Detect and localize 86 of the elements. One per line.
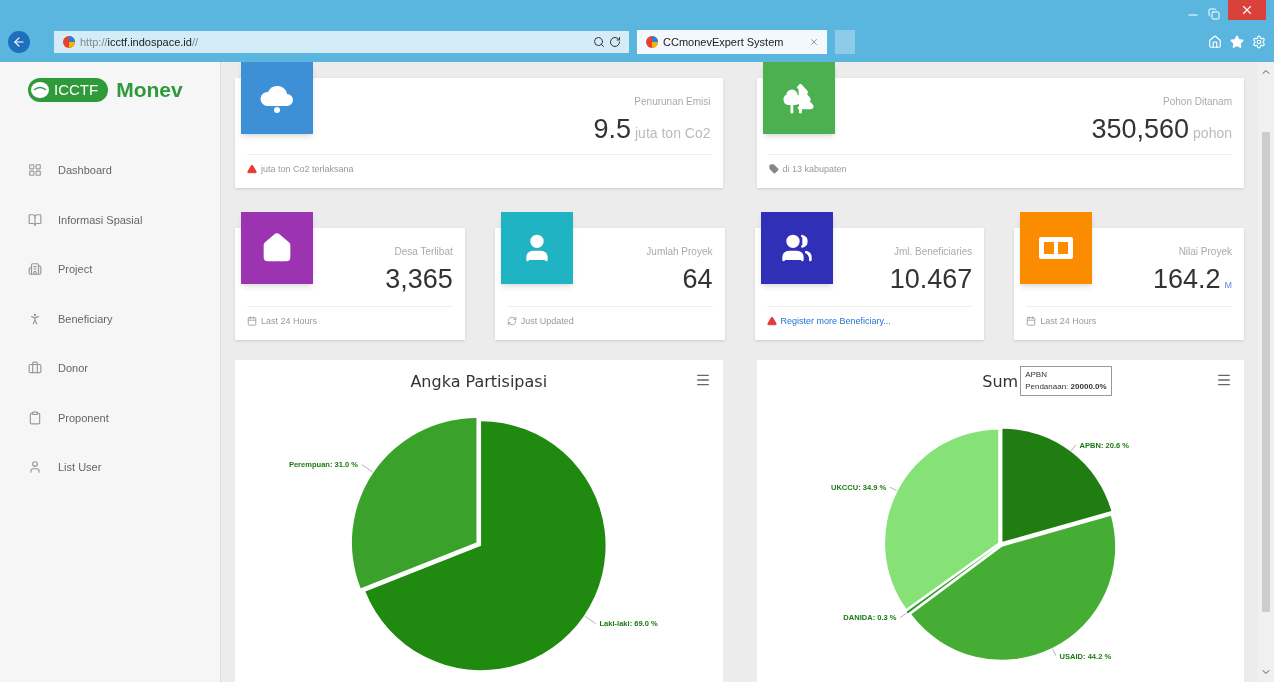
tag-icon xyxy=(768,164,779,175)
tab-title: CCmonevExpert System xyxy=(663,34,785,50)
stat-value: 10.467 xyxy=(889,263,973,296)
address-bar[interactable]: http://icctf.indospace.id// xyxy=(54,31,629,53)
card-footer-text: Last 24 Hours xyxy=(261,314,318,328)
stat-label: Pohon Ditanam xyxy=(1163,95,1232,109)
slice-label: APBN: 20.6 % xyxy=(1079,440,1129,450)
user-icon xyxy=(28,460,42,475)
back-icon xyxy=(12,35,26,49)
sidebar-item[interactable]: Dashboard xyxy=(28,145,220,195)
stat-label: Nilai Proyek xyxy=(1178,245,1232,259)
clipboard-icon xyxy=(28,410,42,425)
stat-value: 350,560 xyxy=(1091,113,1190,146)
chart-title: Sum xyxy=(982,372,1019,391)
slice-label: Laki-laki: 69.0 % xyxy=(599,619,658,629)
menu-icon[interactable] xyxy=(694,372,711,388)
refresh-icon[interactable] xyxy=(609,36,621,48)
menu-icon[interactable] xyxy=(1216,372,1232,388)
stat-value: 64 xyxy=(682,263,713,296)
sidebar-item[interactable]: Proponent xyxy=(28,393,220,443)
scrollbar[interactable] xyxy=(1258,62,1274,682)
register-link[interactable]: Register more Beneficiary... xyxy=(780,314,891,328)
stat-label: Penurunan Emisi xyxy=(634,95,711,109)
pie-slice[interactable] xyxy=(910,515,1115,660)
star-icon[interactable] xyxy=(1230,35,1244,49)
leader-line xyxy=(1070,444,1076,452)
person-icon xyxy=(28,311,42,326)
card-footer-text: juta ton Co2 terlaksana xyxy=(261,162,354,176)
leader-line xyxy=(361,464,374,473)
tree-icon xyxy=(781,81,816,115)
card-footer-text: Just Updated xyxy=(520,314,574,328)
close-icon xyxy=(1240,3,1254,17)
tooltip-title: APBN xyxy=(1025,369,1048,381)
sidebar-item[interactable]: Project xyxy=(28,244,220,294)
stat-unit: pohon xyxy=(1193,124,1232,143)
slice-label: UKCCU: 34.9 % xyxy=(830,483,886,493)
card-footer-text: di 13 kabupaten xyxy=(782,162,847,176)
pie-slice[interactable] xyxy=(351,418,477,589)
close-icon[interactable] xyxy=(809,37,819,47)
leader-line xyxy=(584,615,597,624)
leader-line xyxy=(889,486,897,492)
calendar-icon xyxy=(1026,316,1037,327)
grid-icon xyxy=(28,163,42,178)
slice-label: Perempuan: 31.0 % xyxy=(288,460,358,470)
stat-unit: juta ton Co2 xyxy=(635,124,711,143)
stat-value: 3,365 xyxy=(385,263,453,296)
tooltip-text: Pendanaan: 20000.0% xyxy=(1025,381,1107,393)
slice-label: USAID: 44.2 % xyxy=(1059,651,1111,661)
slice-label: DANIDA: 0.3 % xyxy=(842,613,896,623)
scrollbar-thumb[interactable] xyxy=(1262,132,1270,612)
logo-title: Monev xyxy=(116,77,183,103)
settings-icon[interactable] xyxy=(1252,35,1266,49)
stat-value: 9.5 xyxy=(593,113,631,146)
sidebar-item[interactable]: Beneficiary xyxy=(28,294,220,344)
close-button[interactable] xyxy=(1228,0,1266,20)
restore-icon[interactable] xyxy=(1208,8,1220,20)
card-footer-text: Last 24 Hours xyxy=(1040,314,1097,328)
pie-slice[interactable] xyxy=(884,429,998,609)
stat-label: Jml. Beneficiaries xyxy=(893,245,973,259)
building-icon xyxy=(28,262,42,277)
stat-label: Desa Terlibat xyxy=(394,245,453,259)
stat-unit: M xyxy=(1224,279,1232,292)
book-icon xyxy=(28,212,42,227)
globe-icon xyxy=(645,35,659,49)
stat-value: 164.2 xyxy=(1152,263,1221,296)
warning-icon xyxy=(247,164,257,175)
calendar-icon xyxy=(247,316,257,327)
stat-label: Jumlah Proyek xyxy=(646,245,713,259)
sidebar-item[interactable]: List User xyxy=(28,442,220,492)
sidebar-item[interactable]: Informasi Spasial xyxy=(28,195,220,245)
back-button[interactable] xyxy=(8,31,30,53)
search-icon[interactable] xyxy=(593,36,605,48)
refresh-icon xyxy=(506,316,517,327)
globe-icon xyxy=(62,35,76,49)
logo-badge-text: ICCTF xyxy=(54,79,99,100)
chart-title: Angka Partisipasi xyxy=(410,372,548,391)
sidebar-item[interactable]: Donor xyxy=(28,343,220,393)
home-icon[interactable] xyxy=(1208,35,1222,49)
leader-line xyxy=(899,612,907,618)
briefcase-icon xyxy=(28,361,42,376)
house-icon xyxy=(261,232,293,264)
warning-icon xyxy=(766,316,777,327)
browser-tab[interactable]: CCmonevExpert System xyxy=(637,30,827,54)
leader-line xyxy=(1051,648,1056,657)
people-icon xyxy=(780,232,813,264)
url-text: http://icctf.indospace.id// xyxy=(80,34,200,50)
